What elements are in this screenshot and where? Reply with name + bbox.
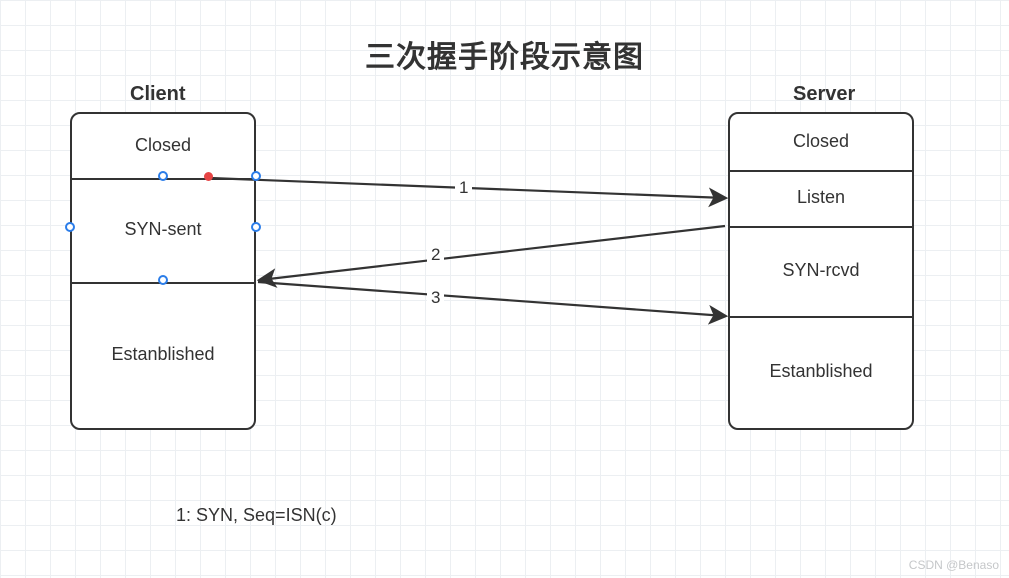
- anchor-dot: [65, 222, 75, 232]
- arrow-label-3: 3: [427, 288, 444, 308]
- diagram-title: 三次握手阶段示意图: [0, 32, 1009, 76]
- legend-line-1: 1: SYN, Seq=ISN(c): [176, 502, 508, 528]
- diagram-layer: 三次握手阶段示意图 Client Server Closed SYN-sent …: [0, 0, 1009, 578]
- server-state-syn-rcvd: SYN-rcvd: [730, 226, 912, 316]
- arrow-3: [258, 282, 725, 316]
- client-state-syn-sent: SYN-sent: [72, 178, 254, 282]
- server-heading: Server: [793, 83, 855, 106]
- server-box: Closed Listen SYN-rcvd Estanblished: [728, 112, 914, 430]
- server-state-established: Estanblished: [730, 316, 912, 428]
- arrow-2: [260, 226, 725, 280]
- client-state-established: Estanblished: [72, 282, 254, 428]
- client-heading: Client: [130, 83, 186, 106]
- client-box: Closed SYN-sent Estanblished: [70, 112, 256, 430]
- anchor-dot: [251, 171, 261, 181]
- arrow-label-2: 2: [427, 245, 444, 265]
- anchor-dot: [158, 171, 168, 181]
- server-state-closed: Closed: [730, 114, 912, 170]
- legend: 1: SYN, Seq=ISN(c) 2: SYN+ACK, Seq=ISN(s…: [176, 450, 508, 578]
- selection-dot: [204, 172, 213, 181]
- anchor-dot: [158, 275, 168, 285]
- arrow-label-1: 1: [455, 178, 472, 198]
- server-state-listen: Listen: [730, 170, 912, 226]
- watermark: CSDN @Benaso: [909, 558, 999, 572]
- client-state-closed: Closed: [72, 114, 254, 178]
- anchor-dot: [251, 222, 261, 232]
